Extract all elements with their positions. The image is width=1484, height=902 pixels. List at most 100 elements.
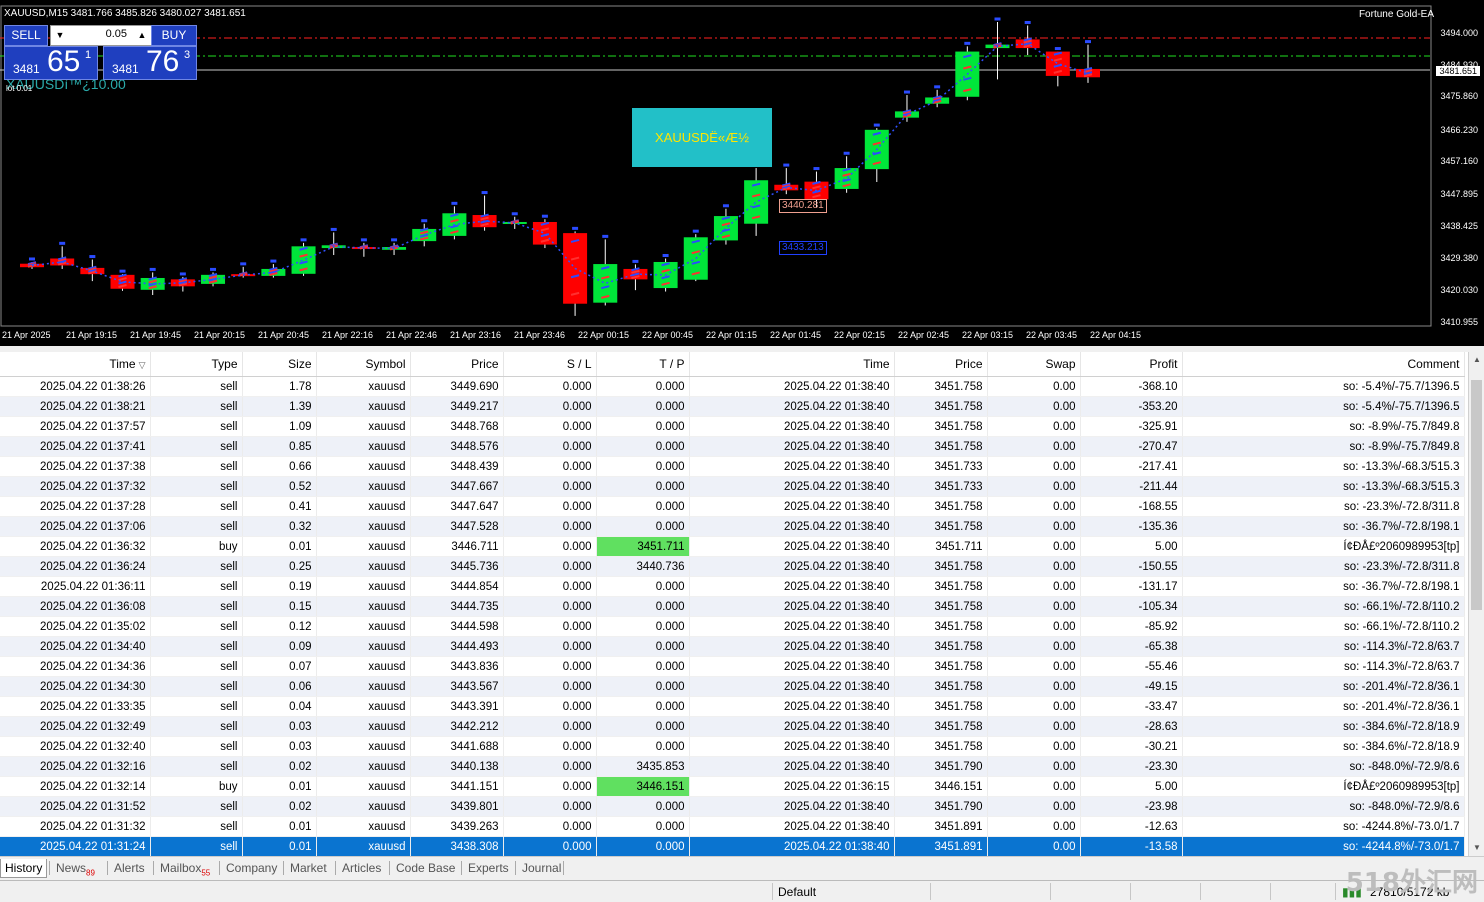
table-row[interactable]: 2025.04.22 01:32:49 sell 0.03 xauusd 3442.21… [0,716,1465,737]
table-cell: 3451.733 [894,476,988,497]
status-profile: Default [778,885,817,899]
sort-descending-icon[interactable]: ▽ [139,360,146,370]
table-cell: 0.000 [596,616,690,637]
table-row[interactable]: 2025.04.22 01:32:16 sell 0.02 xauusd 3440.13… [0,756,1465,777]
table-cell: 2025.04.22 01:38:40 [689,636,895,657]
table-row[interactable]: 2025.04.22 01:36:24 sell 0.25 xauusd 3445.73… [0,556,1465,577]
tab-news[interactable]: News89 [52,859,99,877]
tab-journal[interactable]: Journal [518,859,565,877]
table-cell: 3444.598 [410,616,504,637]
table-cell: 2025.04.22 01:31:32 [0,816,151,837]
table-cell: sell [150,716,243,737]
table-row[interactable]: 2025.04.22 01:38:26 sell 1.78 xauusd 3449.69… [0,376,1465,397]
table-cell: 2025.04.22 01:38:40 [689,656,895,677]
bid-price-button[interactable]: 3481 65 1 [4,45,98,80]
table-cell: so: -66.1%/-72.8/110.2 [1182,596,1465,617]
table-row[interactable]: 2025.04.22 01:36:32 buy 0.01 xauusd 3446.711… [0,536,1465,557]
table-cell: 0.000 [503,636,597,657]
table-row[interactable]: 2025.04.22 01:31:24 sell 0.01 xauusd 3438.30… [0,836,1465,856]
column-header[interactable]: Time [689,352,895,377]
lot-dropdown-icon[interactable]: ▼ [53,28,67,42]
table-cell: 3451.758 [894,376,988,397]
table-row[interactable]: 2025.04.22 01:35:02 sell 0.12 xauusd 3444.59… [0,616,1465,637]
table-cell: xauusd [316,456,411,477]
price-annotation-1: 3440.281 [779,199,827,213]
scroll-thumb[interactable] [1471,380,1482,610]
tab-history[interactable]: History [0,859,48,878]
table-cell: xauusd [316,496,411,517]
lot-size-field[interactable]: ▼ 0.05 ▲ [50,25,152,46]
table-cell: so: -13.3%/-68.3/515.3 [1182,476,1465,497]
column-header[interactable]: Price [894,352,988,377]
table-cell: 3451.758 [894,736,988,757]
column-header[interactable]: Comment [1182,352,1465,377]
table-row[interactable]: 2025.04.22 01:34:30 sell 0.06 xauusd 3443.56… [0,676,1465,697]
table-cell: 3451.758 [894,616,988,637]
table-row[interactable]: 2025.04.22 01:37:41 sell 0.85 xauusd 3448.57… [0,436,1465,457]
table-row[interactable]: 2025.04.22 01:38:21 sell 1.39 xauusd 3449.21… [0,396,1465,417]
table-cell: 3444.735 [410,596,504,617]
lot-size-value[interactable]: 0.05 [106,28,127,40]
column-header[interactable]: Swap [987,352,1081,377]
column-header[interactable]: Time ▽ [0,352,151,377]
column-header[interactable]: T / P [596,352,690,377]
table-cell: 2025.04.22 01:34:36 [0,656,151,677]
column-header[interactable]: Profit [1080,352,1183,377]
table-cell: 0.000 [596,516,690,537]
scroll-up-icon[interactable]: ▲ [1469,352,1484,368]
vertical-scrollbar[interactable]: ▲ ▼ [1468,352,1484,856]
table-cell: 3451.758 [894,396,988,417]
table-row[interactable]: 2025.04.22 01:31:32 sell 0.01 xauusd 3439.26… [0,816,1465,837]
sell-button[interactable]: SELL [4,25,48,46]
table-row[interactable]: 2025.04.22 01:31:52 sell 0.02 xauusd 3439.80… [0,796,1465,817]
expert-advisor-name: Fortune Gold-EA [1358,9,1434,20]
tab-alerts[interactable]: Alerts [110,859,149,877]
table-cell: 3445.736 [410,556,504,577]
tab-market[interactable]: Market [286,859,331,877]
table-row[interactable]: 2025.04.22 01:33:35 sell 0.04 xauusd 3443.39… [0,696,1465,717]
table-cell: 0.000 [503,496,597,517]
tab-label: Experts [468,861,509,875]
table-cell: 0.000 [503,776,597,797]
trade-history-table[interactable]: Time ▽ Type Size Symbol Price S / LT / P Time Pr… [0,352,1468,856]
table-row[interactable]: 2025.04.22 01:34:36 sell 0.07 xauusd 3443.83… [0,656,1465,677]
tab-company[interactable]: Company [222,859,281,877]
table-row[interactable]: 2025.04.22 01:36:08 sell 0.15 xauusd 3444.73… [0,596,1465,617]
table-cell: sell [150,556,243,577]
scroll-down-icon[interactable]: ▼ [1469,840,1484,856]
table-row[interactable]: 2025.04.22 01:37:38 sell 0.66 xauusd 3448.43… [0,456,1465,477]
tab-separator [49,861,50,875]
table-row[interactable]: 2025.04.22 01:37:06 sell 0.32 xauusd 3447.52… [0,516,1465,537]
status-divider [1050,883,1051,900]
table-row[interactable]: 2025.04.22 01:32:40 sell 0.03 xauusd 3441.68… [0,736,1465,757]
table-cell: 0.25 [242,556,317,577]
tab-articles[interactable]: Articles [338,859,385,877]
price-axis-label: 3475.860 [1440,91,1478,102]
column-header[interactable]: Type [150,352,243,377]
table-row[interactable]: 2025.04.22 01:36:11 sell 0.19 xauusd 3444.85… [0,576,1465,597]
column-header[interactable]: Size [242,352,317,377]
table-cell: 2025.04.22 01:38:40 [689,696,895,717]
candlestick-chart-canvas[interactable] [0,0,1484,346]
table-row[interactable]: 2025.04.22 01:37:28 sell 0.41 xauusd 3447.64… [0,496,1465,517]
table-row[interactable]: 2025.04.22 01:37:57 sell 1.09 xauusd 3448.76… [0,416,1465,437]
tab-mailbox[interactable]: Mailbox55 [156,859,214,877]
table-cell: 2025.04.22 01:38:21 [0,396,151,417]
table-cell: xauusd [316,556,411,577]
table-row[interactable]: 2025.04.22 01:32:14 buy 0.01 xauusd 3441.151… [0,776,1465,797]
tab-code-base[interactable]: Code Base [392,859,459,877]
table-cell: sell [150,616,243,637]
column-header[interactable]: S / L [503,352,597,377]
ask-price-prefix: 3481 [112,62,139,76]
price-chart[interactable]: XAUUSD,M15 3481.766 3485.826 3480.027 34… [0,0,1484,346]
column-header[interactable]: Symbol [316,352,411,377]
lot-stepper-up-icon[interactable]: ▲ [135,28,149,42]
column-header[interactable]: Price [410,352,504,377]
table-cell: sell [150,476,243,497]
ask-price-button[interactable]: 3481 76 3 [103,45,197,80]
table-row[interactable]: 2025.04.22 01:37:32 sell 0.52 xauusd 3447.66… [0,476,1465,497]
table-row[interactable]: 2025.04.22 01:34:40 sell 0.09 xauusd 3444.49… [0,636,1465,657]
table-cell: 0.000 [503,456,597,477]
tab-experts[interactable]: Experts [464,859,513,877]
buy-button[interactable]: BUY [151,25,197,46]
